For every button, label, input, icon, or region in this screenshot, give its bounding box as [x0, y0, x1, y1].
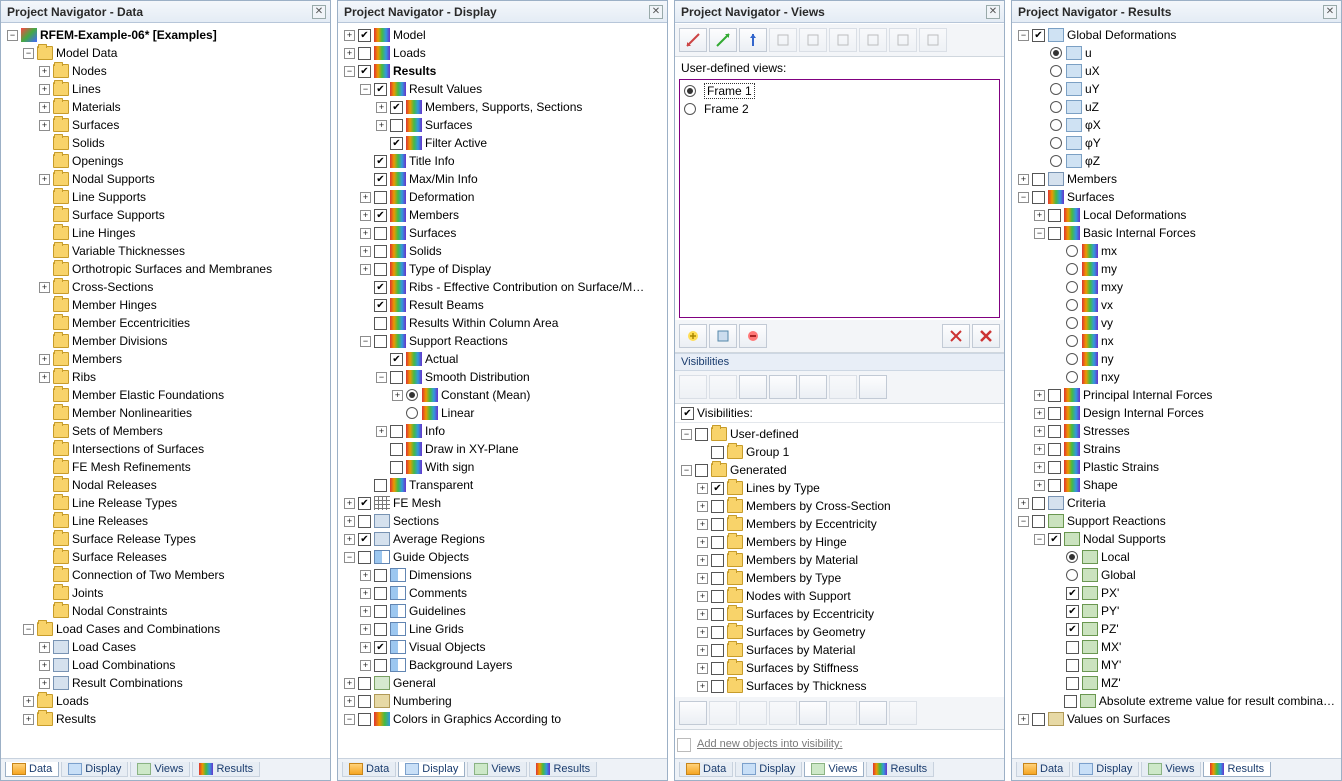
results-icon — [199, 763, 213, 775]
root-node[interactable]: RFEM-Example-06* [Examples] — [40, 28, 217, 42]
titlebar-display: Project Navigator - Display ✕ — [338, 1, 667, 23]
vtb7[interactable] — [859, 701, 887, 725]
expander[interactable]: − — [7, 30, 18, 41]
panel-results: Project Navigator - Results ✕ −✔Global D… — [1011, 0, 1342, 781]
tab-results[interactable]: Results — [192, 762, 260, 777]
user-views-label: User-defined views: — [675, 57, 1004, 77]
view-y-button[interactable] — [709, 28, 737, 52]
numbering-icon — [374, 694, 390, 708]
close-icon[interactable]: ✕ — [986, 5, 1000, 19]
vis-btn-5[interactable] — [799, 375, 827, 399]
tab-display[interactable]: Display — [398, 762, 465, 777]
panel-views: Project Navigator - Views ✕ User-defined… — [674, 0, 1005, 781]
view-x-button[interactable] — [679, 28, 707, 52]
tab-display[interactable]: Display — [61, 762, 128, 777]
bottom-tabs: Data Display Views Results — [338, 758, 667, 780]
tree-data[interactable]: −RFEM-Example-06* [Examples] −Model Data… — [1, 23, 330, 758]
colors-icon — [374, 712, 390, 726]
view-z-button[interactable] — [739, 28, 767, 52]
general-icon — [374, 676, 390, 690]
add-view-button[interactable] — [679, 324, 707, 348]
tree-display[interactable]: +✔Model +Loads −✔Results −✔Result Values… — [338, 23, 667, 758]
vtb5[interactable] — [799, 701, 827, 725]
titlebar-data: Project Navigator - Data ✕ — [1, 1, 330, 23]
close-icon[interactable]: ✕ — [649, 5, 663, 19]
title-data: Project Navigator - Data — [7, 5, 143, 19]
view-btn-8[interactable] — [889, 28, 917, 52]
view-btn-4[interactable] — [769, 28, 797, 52]
checkbox[interactable]: ✔ — [358, 29, 371, 42]
model-icon — [374, 28, 390, 42]
tab-data[interactable]: Data — [5, 762, 59, 777]
vtb8[interactable] — [889, 701, 917, 725]
view-row-frame2[interactable]: Frame 2 — [684, 100, 995, 118]
tab-data[interactable]: Data — [1016, 762, 1070, 777]
section-icon — [374, 514, 390, 528]
tab-data[interactable]: Data — [342, 762, 396, 777]
titlebar-results: Project Navigator - Results ✕ — [1012, 1, 1341, 23]
tree-results[interactable]: −✔Global Deformations u uX uY uZ φX φY φ… — [1012, 23, 1341, 758]
views-icon — [137, 763, 151, 775]
tab-results[interactable]: Results — [866, 762, 934, 777]
delete-all-button[interactable] — [972, 324, 1000, 348]
add-objects-hint[interactable]: Add new objects into visibility: — [675, 730, 1004, 758]
display-icon — [68, 763, 82, 775]
visibilities-header: Visibilities — [675, 353, 1004, 371]
remove-view-button[interactable] — [739, 324, 767, 348]
tab-data[interactable]: Data — [679, 762, 733, 777]
tab-views[interactable]: Views — [467, 762, 527, 777]
views-toolbar-top — [675, 24, 1004, 57]
visibilities-checkbox[interactable]: ✔ — [681, 407, 694, 420]
panel-data: Project Navigator - Data ✕ − RFEM-Example… — [0, 0, 331, 781]
tab-views[interactable]: Views — [804, 762, 864, 777]
tab-results[interactable]: Results — [1203, 762, 1271, 777]
view-row-frame1[interactable]: Frame 1 — [684, 82, 995, 100]
vtb2[interactable] — [709, 701, 737, 725]
data-icon — [12, 763, 26, 775]
vis-btn-3[interactable] — [739, 375, 767, 399]
vis-btn-6[interactable] — [829, 375, 857, 399]
folder-icon — [37, 46, 53, 60]
bottom-tabs: Data Display Views Results — [1, 758, 330, 780]
tab-views[interactable]: Views — [130, 762, 190, 777]
close-icon[interactable]: ✕ — [312, 5, 326, 19]
views-toolbar-mid — [675, 320, 1004, 353]
tab-display[interactable]: Display — [735, 762, 802, 777]
tab-views[interactable]: Views — [1141, 762, 1201, 777]
mesh-icon — [374, 496, 390, 510]
vtb4[interactable] — [769, 701, 797, 725]
flag-icon — [374, 550, 390, 564]
vtb3[interactable] — [739, 701, 767, 725]
vis-btn-1[interactable] — [679, 375, 707, 399]
app-icon — [21, 28, 37, 42]
radio[interactable] — [406, 389, 418, 401]
delete-selected-button[interactable] — [942, 324, 970, 348]
radio[interactable] — [684, 85, 696, 97]
view-btn-7[interactable] — [859, 28, 887, 52]
tree-item[interactable]: Model Data — [56, 46, 117, 60]
titlebar-views: Project Navigator - Views ✕ — [675, 1, 1004, 23]
vtb6[interactable] — [829, 701, 857, 725]
close-icon[interactable]: ✕ — [1323, 5, 1337, 19]
user-views-list[interactable]: Frame 1 Frame 2 — [679, 79, 1000, 318]
vis-btn-2[interactable] — [709, 375, 737, 399]
view-btn-9[interactable] — [919, 28, 947, 52]
visibilities-toolbar-bottom — [675, 697, 1004, 730]
vis-btn-4[interactable] — [769, 375, 797, 399]
support-icon — [1048, 514, 1064, 528]
visibilities-toolbar — [675, 371, 1004, 404]
view-btn-6[interactable] — [829, 28, 857, 52]
tab-results[interactable]: Results — [529, 762, 597, 777]
deform-icon — [1048, 28, 1064, 42]
view-btn-5[interactable] — [799, 28, 827, 52]
panel-display: Project Navigator - Display ✕ +✔Model +L… — [337, 0, 668, 781]
tab-display[interactable]: Display — [1072, 762, 1139, 777]
vis-btn-7[interactable] — [859, 375, 887, 399]
vtb1[interactable] — [679, 701, 707, 725]
edit-view-button[interactable] — [709, 324, 737, 348]
